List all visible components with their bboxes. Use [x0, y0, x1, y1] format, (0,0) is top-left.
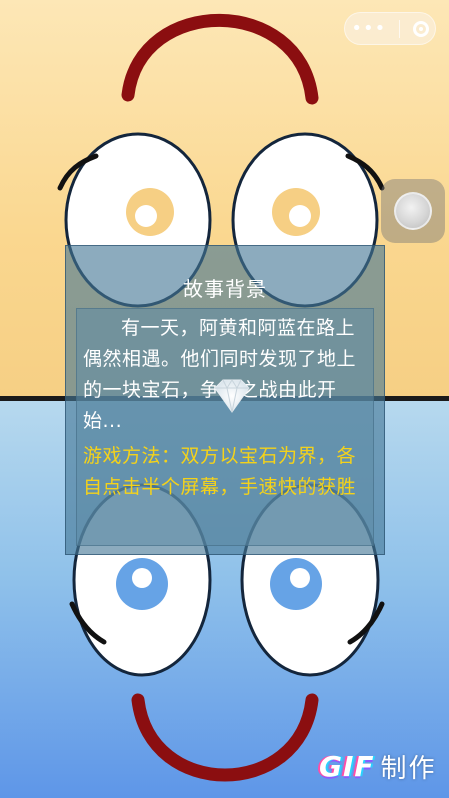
- watermark-label: 制作: [380, 753, 437, 784]
- method-text: 游戏方法：双方以宝石为界，各自点击半个屏幕，手速快的获胜: [83, 445, 357, 498]
- dialog-body: 有一天，阿黄和阿蓝在路上偶然相遇。他们同时发现了地上的一块宝石，争夺之战由此开始…: [76, 308, 374, 546]
- assist-circle-icon: [394, 192, 432, 230]
- game-stage: ••• 故事背景 有一天，阿黄和阿蓝在路上偶然相遇。他们同时发现了地上的一块宝石…: [0, 0, 449, 798]
- close-ring-icon[interactable]: [412, 20, 429, 37]
- blue-mouth: [131, 693, 319, 782]
- capsule-separator: [398, 19, 400, 38]
- gem-icon: [214, 379, 250, 413]
- mini-program-capsule: •••: [344, 12, 436, 45]
- floating-assist-button[interactable]: [381, 179, 445, 243]
- yellow-mouth: [121, 13, 319, 105]
- watermark-brand: GIF: [319, 749, 375, 783]
- dialog-title: 故事背景: [183, 277, 267, 301]
- gif-watermark: GIF 制作: [319, 746, 437, 786]
- more-dots-icon[interactable]: •••: [351, 19, 386, 38]
- story-text: 有一天，阿黄和阿蓝在路上偶然相遇。他们同时发现了地上的一块宝石，争夺之战由此开始…: [83, 317, 357, 432]
